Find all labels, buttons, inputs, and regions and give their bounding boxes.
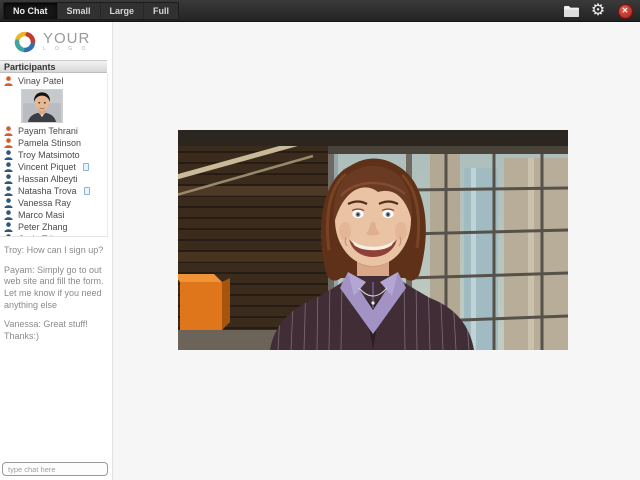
person-icon — [4, 174, 13, 184]
sidebar: YOUR L O G O Participants Vinay Patel — [0, 22, 113, 480]
participant-row[interactable]: Vanessa Ray — [0, 197, 107, 209]
chat-input[interactable] — [2, 462, 108, 476]
person-icon — [4, 150, 13, 160]
participant-row[interactable]: Vincent Piquet — [0, 161, 107, 173]
participant-row[interactable]: Vinay Patel — [0, 75, 107, 87]
chat-message: Vanessa: Great stuff! Thanks:) — [4, 319, 107, 342]
main-stage — [114, 22, 640, 480]
person-icon — [4, 186, 13, 196]
participant-row[interactable]: Natasha Trova — [0, 185, 107, 197]
logo-subword: L O G O — [43, 46, 90, 52]
participants-header: Participants — [0, 60, 107, 73]
webcam-badge-icon — [84, 187, 90, 195]
close-icon[interactable]: ✕ — [616, 2, 634, 20]
logo-swirl-icon — [12, 29, 38, 55]
chat-log: Troy: How can I sign up? Payam: Simply g… — [0, 237, 112, 343]
participant-row[interactable]: Troy Matsimoto — [0, 149, 107, 161]
top-toolbar: No Chat Small Large Full ⚙ ✕ — [0, 0, 640, 22]
participant-row[interactable]: Hassan Albeyti — [0, 173, 107, 185]
toolbar-icons: ⚙ ✕ — [562, 1, 634, 21]
participant-row[interactable]: Payam Tehrani — [0, 125, 107, 137]
full-button[interactable]: Full — [144, 3, 178, 19]
participant-row[interactable]: Peter Zhang — [0, 221, 107, 233]
person-icon — [4, 162, 13, 172]
chat-message: Troy: How can I sign up? — [4, 245, 107, 257]
person-icon — [4, 198, 13, 208]
participant-row[interactable]: Marco Masi — [0, 209, 107, 221]
webcam-badge-icon — [83, 163, 89, 171]
participant-photo — [21, 89, 63, 123]
no-chat-button[interactable]: No Chat — [4, 3, 58, 19]
webinar-app: No Chat Small Large Full ⚙ ✕ — [0, 0, 640, 480]
person-icon — [4, 76, 13, 86]
gear-icon[interactable]: ⚙ — [589, 2, 607, 20]
folder-icon[interactable] — [562, 2, 580, 20]
person-icon — [4, 126, 13, 136]
chat-message: Payam: Simply go to out web site and fil… — [4, 265, 107, 312]
person-icon — [4, 222, 13, 232]
person-icon — [4, 210, 13, 220]
logo: YOUR L O G O — [0, 22, 112, 60]
person-icon — [4, 138, 13, 148]
chat-size-button-group: No Chat Small Large Full — [3, 2, 179, 20]
participants-list[interactable]: Vinay Patel Payam Tehrani — [0, 73, 108, 237]
large-button[interactable]: Large — [101, 3, 145, 19]
small-button[interactable]: Small — [58, 3, 101, 19]
presenter-video[interactable] — [178, 130, 568, 350]
logo-word: YOUR — [43, 32, 90, 45]
participant-row[interactable]: Pamela Stinson — [0, 137, 107, 149]
